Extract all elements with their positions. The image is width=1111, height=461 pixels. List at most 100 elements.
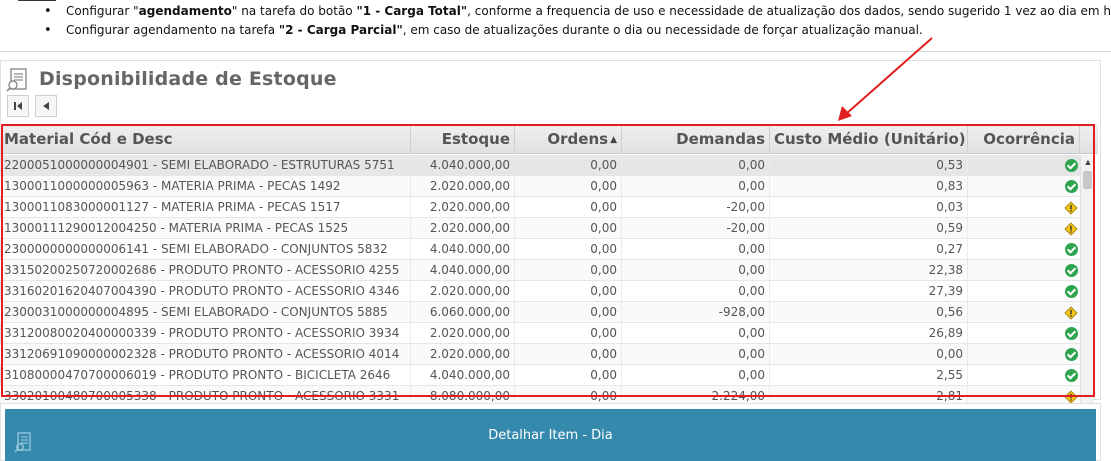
cell-ocorrencia [968, 344, 1080, 364]
column-header-label: Demandas [676, 130, 765, 148]
cell-ocorrencia [968, 155, 1080, 175]
cell-material: 2200051000000004901 - SEMI ELABORADO - E… [0, 155, 411, 175]
table-row[interactable]: 2300031000000004895 - SEMI ELABORADO - C… [0, 302, 1080, 323]
cell-estoque: 2.020.000,00 [411, 344, 515, 364]
cell-estoque: 4.040.000,00 [411, 365, 515, 385]
cell-estoque: 6.060.000,00 [411, 302, 515, 322]
table-row[interactable]: 33150200250720002686 - PRODUTO PRONTO - … [0, 260, 1080, 281]
cell-ocorrencia [968, 218, 1080, 238]
cell-custo: 0,56 [770, 302, 968, 322]
instruction-text: " na tarefa do botão [231, 4, 357, 18]
instruction-text: Configurar agendamento na tarefa [66, 23, 279, 37]
cell-estoque: 2.020.000,00 [411, 197, 515, 217]
column-header-label: Custo Médio (Unitário) [774, 130, 966, 148]
cell-ordens: 0,00 [515, 239, 622, 259]
divider [18, 0, 56, 1]
report-icon [14, 432, 31, 453]
status-ok-icon [1065, 243, 1078, 256]
cell-ordens: 0,00 [515, 323, 622, 343]
scroll-up-icon[interactable]: ▲ [1082, 156, 1094, 168]
panel-header: Disponibilidade de Estoque [5, 65, 337, 93]
cell-ocorrencia [968, 260, 1080, 280]
cell-custo: 0,83 [770, 176, 968, 196]
column-header-ordens[interactable]: Ordens ▲ [515, 124, 622, 154]
pager [7, 95, 57, 117]
cell-custo: 0,03 [770, 197, 968, 217]
instructions-list: Configurar "agendamento" na tarefa do bo… [44, 2, 1111, 40]
instruction-item: Configurar agendamento na tarefa "2 - Ca… [44, 21, 1111, 40]
cell-ordens: 0,00 [515, 155, 622, 175]
cell-ocorrencia [968, 365, 1080, 385]
cell-demandas: -20,00 [622, 218, 770, 238]
cell-material: 31080000470700006019 - PRODUTO PRONTO - … [0, 365, 411, 385]
instruction-text: Configurar " [66, 4, 139, 18]
column-header-custo[interactable]: Custo Médio (Unitário) [770, 124, 968, 154]
grid-header: Material Cód e Desc Estoque Ordens ▲ Demanda… [0, 124, 1098, 154]
status-ok-icon [1065, 348, 1078, 361]
cell-ocorrencia [968, 239, 1080, 259]
table-row[interactable]: 1300011000000005963 - MATERIA PRIMA - PE… [0, 176, 1080, 197]
cell-ordens: 0,00 [515, 218, 622, 238]
instruction-emphasis: "2 - Carga Parcial" [278, 23, 403, 37]
column-header-label: Ocorrência [983, 130, 1075, 148]
detail-item-day-button[interactable]: Detalhar Item - Dia [5, 409, 1096, 461]
column-header-label: Estoque [441, 130, 510, 148]
first-page-icon [14, 102, 22, 110]
instructions-section: Configurar "agendamento" na tarefa do bo… [0, 0, 1111, 52]
table-row[interactable]: 31080000470700006019 - PRODUTO PRONTO - … [0, 365, 1080, 386]
instruction-item: Configurar "agendamento" na tarefa do bo… [44, 2, 1111, 21]
cell-demandas: 0,00 [622, 365, 770, 385]
column-header-estoque[interactable]: Estoque [411, 124, 515, 154]
warning-icon [1064, 221, 1078, 236]
cell-demandas: 0,00 [622, 239, 770, 259]
cell-ordens: 0,00 [515, 197, 622, 217]
status-ok-icon [1065, 327, 1078, 340]
column-header-label: Ordens [547, 130, 609, 148]
table-row[interactable]: 33160201620407004390 - PRODUTO PRONTO - … [0, 281, 1080, 302]
cell-ordens: 0,00 [515, 281, 622, 301]
table-row[interactable]: 2300000000000006141 - SEMI ELABORADO - C… [0, 239, 1080, 260]
cell-custo: 2,55 [770, 365, 968, 385]
column-header-material[interactable]: Material Cód e Desc [0, 124, 411, 154]
cell-estoque: 2.020.000,00 [411, 281, 515, 301]
cell-custo: 0,59 [770, 218, 968, 238]
status-ok-icon [1065, 369, 1078, 382]
cell-demandas: 0,00 [622, 323, 770, 343]
cell-material: 2300031000000004895 - SEMI ELABORADO - C… [0, 302, 411, 322]
cell-demandas: -928,00 [622, 302, 770, 322]
warning-icon [1064, 305, 1078, 320]
cell-custo: 0,27 [770, 239, 968, 259]
column-header-demandas[interactable]: Demandas [622, 124, 770, 154]
status-ok-icon [1065, 159, 1078, 172]
warning-icon [1064, 200, 1078, 215]
cell-demandas: 0,00 [622, 155, 770, 175]
cell-ocorrencia [968, 197, 1080, 217]
cell-estoque: 4.040.000,00 [411, 260, 515, 280]
instruction-text: , conforme a frequencia de uso e necessi… [467, 4, 1111, 18]
first-page-button[interactable] [7, 95, 29, 117]
table-row[interactable]: 13000111290012004250 - MATERIA PRIMA - P… [0, 218, 1080, 239]
table-row[interactable]: 33120691090000002328 - PRODUTO PRONTO - … [0, 344, 1080, 365]
instruction-emphasis: "1 - Carga Total" [356, 4, 468, 18]
cell-material: 33120080020400000339 - PRODUTO PRONTO - … [0, 323, 411, 343]
cell-demandas: 0,00 [622, 176, 770, 196]
table-row[interactable]: 33120080020400000339 - PRODUTO PRONTO - … [0, 323, 1080, 344]
cell-demandas: -20,00 [622, 197, 770, 217]
cell-material: 1300011000000005963 - MATERIA PRIMA - PE… [0, 176, 411, 196]
cell-material: 33150200250720002686 - PRODUTO PRONTO - … [0, 260, 411, 280]
scroll-thumb[interactable] [1083, 171, 1092, 189]
cell-material: 2300000000000006141 - SEMI ELABORADO - C… [0, 239, 411, 259]
cell-custo: 22,38 [770, 260, 968, 280]
table-row[interactable]: 2200051000000004901 - SEMI ELABORADO - E… [0, 155, 1080, 176]
cell-custo: 0,00 [770, 344, 968, 364]
previous-page-button[interactable] [35, 95, 57, 117]
table-row[interactable]: 1300011083000001127 - MATERIA PRIMA - PE… [0, 197, 1080, 218]
report-icon [6, 68, 27, 92]
cell-ordens: 0,00 [515, 344, 622, 364]
cell-custo: 26,89 [770, 323, 968, 343]
cell-estoque: 4.040.000,00 [411, 155, 515, 175]
cell-ocorrencia [968, 281, 1080, 301]
detail-item-day-label: Detalhar Item - Dia [488, 428, 613, 443]
column-header-ocorrencia[interactable]: Ocorrência [968, 124, 1080, 154]
cell-ordens: 0,00 [515, 365, 622, 385]
